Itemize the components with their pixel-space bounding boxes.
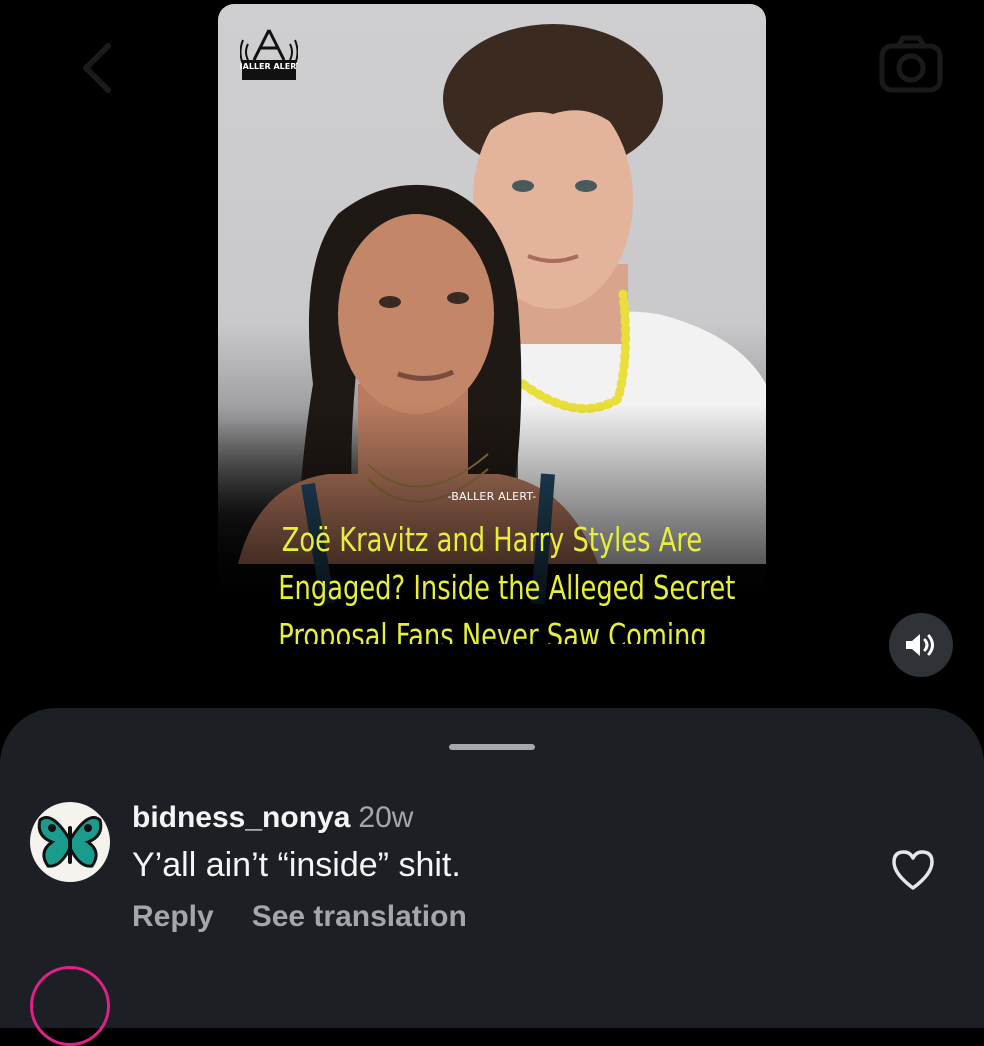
chevron-left-icon xyxy=(83,43,111,93)
avatar[interactable] xyxy=(30,802,110,882)
comments-sheet: bidness_nonya 20w Y’all ain’t “inside” sh… xyxy=(0,708,984,1046)
watermark-text: -BALLER ALERT- xyxy=(447,490,537,503)
back-button[interactable] xyxy=(70,38,130,98)
like-comment-button[interactable] xyxy=(890,848,936,892)
camera-button[interactable] xyxy=(878,34,944,96)
svg-text:BALLER ALERT: BALLER ALERT xyxy=(240,62,298,71)
post-headline: Zoë Kravitz and Harry Styles Are Engaged… xyxy=(278,516,736,644)
camera-icon xyxy=(879,35,943,93)
speaker-icon xyxy=(906,634,934,656)
next-comment-avatar[interactable] xyxy=(30,966,110,1046)
sound-toggle-button[interactable] xyxy=(889,613,953,677)
headline-line-3: Proposal Fans Never Saw Coming xyxy=(278,616,707,644)
post-image[interactable]: BALLER ALERT -BALLER ALERT- Zoë Kravitz … xyxy=(218,4,766,644)
headline-line-2: Engaged? Inside the Alleged Secret xyxy=(278,568,736,607)
see-translation-button[interactable]: See translation xyxy=(252,900,467,933)
butterfly-icon xyxy=(37,816,103,868)
headline-line-1: Zoë Kravitz and Harry Styles Are xyxy=(281,520,703,559)
username[interactable]: bidness_nonya xyxy=(132,801,350,834)
reply-button[interactable]: Reply xyxy=(132,900,214,933)
sheet-drag-handle[interactable] xyxy=(449,744,535,750)
comment-timestamp: 20w xyxy=(358,801,414,834)
comment-text: Y’all ain’t “inside” shit. xyxy=(132,846,461,884)
comment-author[interactable]: bidness_nonya 20w xyxy=(132,801,413,835)
baller-alert-logo: BALLER ALERT xyxy=(237,26,302,82)
heart-icon xyxy=(892,850,934,890)
comment-actions: Reply See translation xyxy=(132,900,505,934)
